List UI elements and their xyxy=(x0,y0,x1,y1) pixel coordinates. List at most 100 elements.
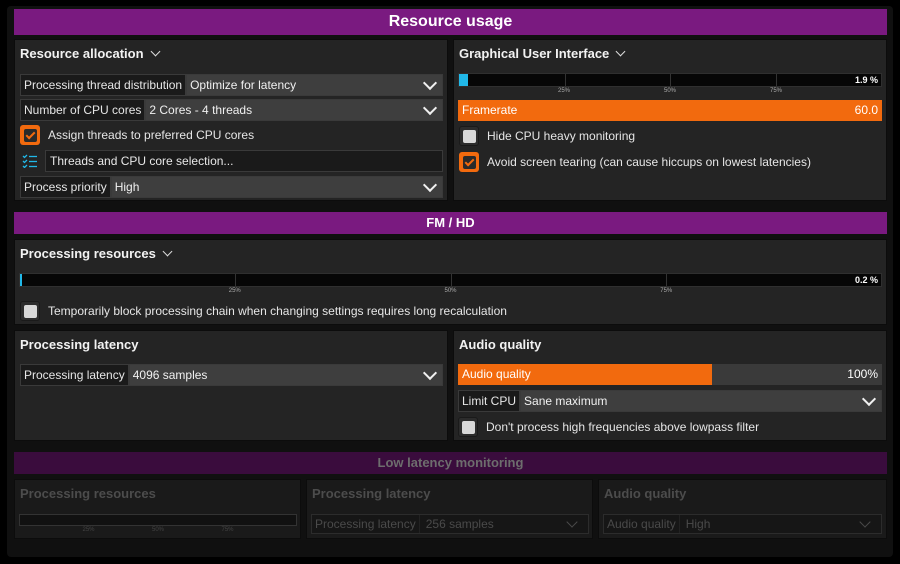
processing-latency-row: Processing latency 4096 samples xyxy=(20,364,443,386)
resource-usage-window: Resource usage Resource allocation Proce… xyxy=(7,6,893,557)
low-latency-title: Low latency monitoring xyxy=(377,455,524,470)
limit-cpu-label: Limit CPU xyxy=(458,390,521,412)
process-priority-select[interactable]: High xyxy=(110,176,443,198)
panel-title: Graphical User Interface xyxy=(459,46,610,61)
chevron-down-icon xyxy=(162,246,173,257)
gui-cpu-meter: 1.9 % xyxy=(458,73,882,87)
avoid-tearing-checkbox-row[interactable]: Avoid screen tearing (can cause hiccups … xyxy=(459,151,811,173)
process-priority-value: High xyxy=(114,180,140,194)
thread-distribution-row: Processing thread distribution Optimize … xyxy=(20,74,443,96)
ll-audio-quality-label: Audio quality xyxy=(604,515,680,533)
fm-hd-banner: FM / HD xyxy=(14,212,887,234)
ll-meter-scale: 25% 50% 75% xyxy=(19,527,297,535)
cpu-cores-select[interactable]: 2 Cores - 4 threads xyxy=(145,99,443,121)
panel-title: Audio quality xyxy=(604,486,687,501)
tick-label: 75% xyxy=(769,88,783,94)
assign-threads-checkbox-row[interactable]: Assign threads to preferred CPU cores xyxy=(20,124,254,146)
tick-label: 75% xyxy=(221,527,234,533)
processing-resources-panel: Processing resources 0.2 % 25% 50% 75% T… xyxy=(14,239,887,325)
ll-processing-resources-meter xyxy=(19,514,297,526)
panel-title: Resource allocation xyxy=(20,46,144,61)
ll-processing-resources-header: Processing resources xyxy=(20,486,156,501)
panel-title: Processing latency xyxy=(312,486,431,501)
thread-distribution-label: Processing thread distribution xyxy=(20,74,187,96)
framerate-label: Framerate xyxy=(462,103,518,117)
lowpass-checkbox[interactable] xyxy=(458,417,478,437)
audio-quality-header: Audio quality xyxy=(459,337,541,352)
chevron-down-icon xyxy=(422,177,438,192)
chevron-down-icon xyxy=(566,516,578,528)
thread-distribution-value: Optimize for latency xyxy=(190,78,297,92)
processing-latency-select[interactable]: 4096 samples xyxy=(128,364,443,386)
gui-cpu-meter-value: 1.9 % xyxy=(854,75,878,85)
chevron-down-icon xyxy=(861,391,877,406)
ll-processing-latency-label: Processing latency xyxy=(312,515,420,533)
framerate-value: 60.0 xyxy=(854,103,878,117)
chevron-down-icon xyxy=(422,75,438,90)
chevron-down-icon xyxy=(859,516,871,528)
panel-title: Processing resources xyxy=(20,246,156,261)
gui-meter-scale: 25% 50% 75% xyxy=(458,88,882,96)
processing-resources-header[interactable]: Processing resources xyxy=(20,246,173,261)
window-title: Resource usage xyxy=(388,13,513,30)
block-chain-checkbox-row[interactable]: Temporarily block processing chain when … xyxy=(20,300,507,322)
gui-cpu-meter-fill xyxy=(459,74,468,86)
thread-distribution-select[interactable]: Optimize for latency xyxy=(186,74,443,96)
audio-quality-panel: Audio quality Audio quality 100% Limit C… xyxy=(453,330,887,441)
ll-audio-quality-value: High xyxy=(685,517,711,531)
processing-latency-header: Processing latency xyxy=(20,337,139,352)
avoid-tearing-label: Avoid screen tearing (can cause hiccups … xyxy=(487,155,811,169)
panel-title: Audio quality xyxy=(459,337,542,352)
process-priority-row: Process priority High xyxy=(20,176,443,198)
assign-threads-checkbox[interactable] xyxy=(20,125,40,145)
threads-selection-field: Threads and CPU core selection... xyxy=(45,150,443,172)
resource-allocation-header[interactable]: Resource allocation xyxy=(20,46,160,61)
threads-selection-label: Threads and CPU core selection... xyxy=(50,154,234,168)
ll-processing-resources-panel: Processing resources 25% 50% 75% xyxy=(14,479,301,539)
framerate-slider[interactable]: Framerate 60.0 xyxy=(458,100,882,121)
threads-selection-button[interactable]: Threads and CPU core selection... xyxy=(20,150,443,172)
limit-cpu-value: Sane maximum xyxy=(524,394,608,408)
ll-audio-quality-panel: Audio quality Audio quality High xyxy=(598,479,887,539)
framerate-slider-fill xyxy=(458,100,882,121)
processing-resources-meter-scale: 25% 50% 75% xyxy=(19,288,882,296)
block-chain-checkbox[interactable] xyxy=(20,301,40,321)
resource-allocation-panel: Resource allocation Processing thread di… xyxy=(14,39,448,201)
fm-hd-title: FM / HD xyxy=(426,215,475,230)
chevron-down-icon xyxy=(422,100,438,115)
assign-threads-label: Assign threads to preferred CPU cores xyxy=(48,128,255,142)
hide-cpu-checkbox-row[interactable]: Hide CPU heavy monitoring xyxy=(459,125,635,147)
checkmark-icon xyxy=(25,129,35,139)
ll-processing-latency-value: 256 samples xyxy=(425,517,494,531)
panel-title: Processing latency xyxy=(20,337,139,352)
ll-processing-latency-panel: Processing latency Processing latency 25… xyxy=(306,479,593,539)
hide-cpu-label: Hide CPU heavy monitoring xyxy=(487,129,636,143)
audio-quality-slider[interactable]: Audio quality 100% xyxy=(458,364,882,385)
limit-cpu-select[interactable]: Sane maximum xyxy=(520,390,882,412)
processing-resources-meter: 0.2 % xyxy=(19,273,882,287)
gui-panel: Graphical User Interface 1.9 % 25% 50% 7… xyxy=(453,39,887,201)
hide-cpu-checkbox[interactable] xyxy=(459,126,479,146)
processing-latency-panel: Processing latency Processing latency 40… xyxy=(14,330,448,441)
ll-audio-quality-select: Audio quality High xyxy=(603,514,882,534)
processing-resources-meter-fill xyxy=(20,274,22,286)
cpu-cores-row: Number of CPU cores 2 Cores - 4 threads xyxy=(20,99,443,121)
window-title-banner: Resource usage xyxy=(14,9,887,35)
checkmark-icon xyxy=(464,156,474,166)
chevron-down-icon xyxy=(615,46,626,57)
cpu-cores-label: Number of CPU cores xyxy=(20,99,146,121)
audio-quality-slider-label: Audio quality xyxy=(462,367,531,381)
ll-processing-latency-header: Processing latency xyxy=(312,486,431,501)
lowpass-label: Don't process high frequencies above low… xyxy=(486,420,760,434)
tick-label: 50% xyxy=(151,527,165,533)
block-chain-label: Temporarily block processing chain when … xyxy=(48,304,507,318)
processing-latency-label: Processing latency xyxy=(20,364,129,386)
tick-label: 25% xyxy=(557,88,571,94)
ll-audio-quality-header: Audio quality xyxy=(604,486,686,501)
avoid-tearing-checkbox[interactable] xyxy=(459,152,479,172)
lowpass-checkbox-row[interactable]: Don't process high frequencies above low… xyxy=(458,416,759,438)
tick-label: 75% xyxy=(660,288,673,294)
processing-latency-value: 4096 samples xyxy=(132,368,208,382)
ll-processing-latency-select: Processing latency 256 samples xyxy=(311,514,589,534)
gui-header[interactable]: Graphical User Interface xyxy=(459,46,626,61)
